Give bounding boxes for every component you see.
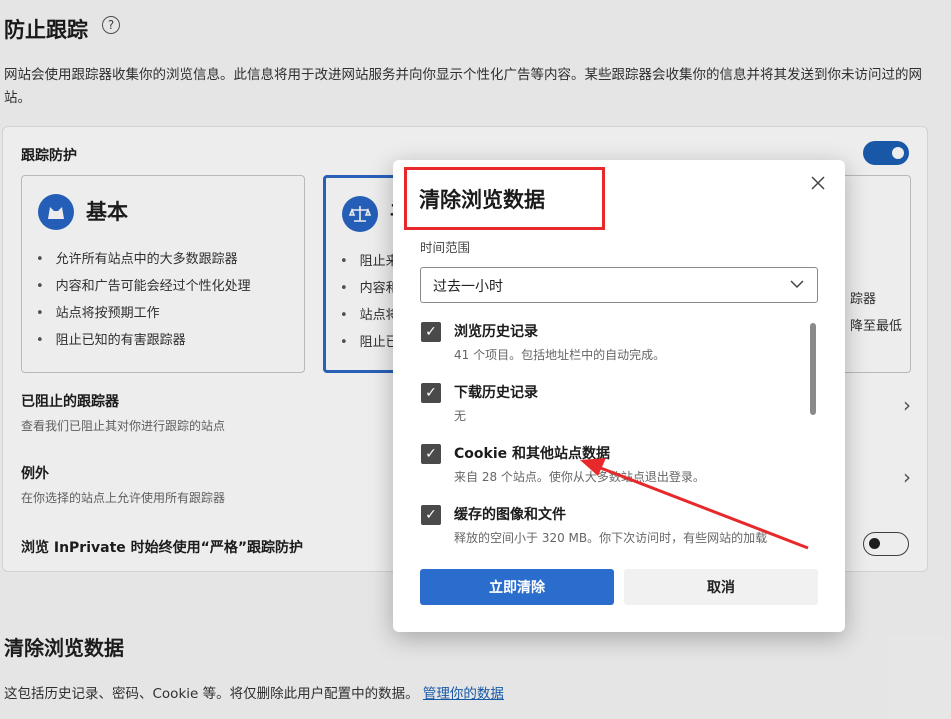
item-subtitle: 无 <box>454 409 467 423</box>
item-title: Cookie 和其他站点数据 <box>454 446 610 462</box>
list-item[interactable]: ✓ 下载历史记录 无 <box>420 381 810 442</box>
list-item[interactable]: ✓ Cookie 和其他站点数据 来自 28 个站点。使你从大多数站点退出登录。 <box>420 442 810 503</box>
close-icon[interactable] <box>803 168 833 198</box>
annotation-highlight-box <box>404 167 605 230</box>
cancel-button[interactable]: 取消 <box>624 569 818 605</box>
item-subtitle: 释放的空间小于 320 MB。你下次访问时，有些网站的加载 <box>454 531 768 545</box>
scrollbar[interactable] <box>810 323 816 415</box>
item-title: 浏览历史记录 <box>454 324 538 340</box>
clear-browsing-data-dialog: 清除浏览数据 时间范围 过去一小时 ✓ 浏览历史记录 41 个项目。包括地址栏中… <box>393 160 845 632</box>
item-title: 下载历史记录 <box>454 385 538 401</box>
item-subtitle: 41 个项目。包括地址栏中的自动完成。 <box>454 348 666 362</box>
item-subtitle: 来自 28 个站点。使你从大多数站点退出登录。 <box>454 470 705 484</box>
clear-now-button[interactable]: 立即清除 <box>420 569 614 605</box>
time-range-value: 过去一小时 <box>433 279 503 295</box>
chevron-down-icon <box>789 274 805 298</box>
checkbox[interactable]: ✓ <box>421 505 441 525</box>
time-range-select[interactable]: 过去一小时 <box>420 267 818 303</box>
item-title: 缓存的图像和文件 <box>454 507 566 523</box>
data-type-list: ✓ 浏览历史记录 41 个项目。包括地址栏中的自动完成。 ✓ 下载历史记录 无 … <box>420 320 810 548</box>
checkbox[interactable]: ✓ <box>421 444 441 464</box>
list-item[interactable]: ✓ 浏览历史记录 41 个项目。包括地址栏中的自动完成。 <box>420 320 810 381</box>
time-range-label: 时间范围 <box>420 240 471 255</box>
checkbox[interactable]: ✓ <box>421 322 441 342</box>
checkbox[interactable]: ✓ <box>421 383 441 403</box>
list-item[interactable]: ✓ 缓存的图像和文件 释放的空间小于 320 MB。你下次访问时，有些网站的加载 <box>420 503 810 548</box>
